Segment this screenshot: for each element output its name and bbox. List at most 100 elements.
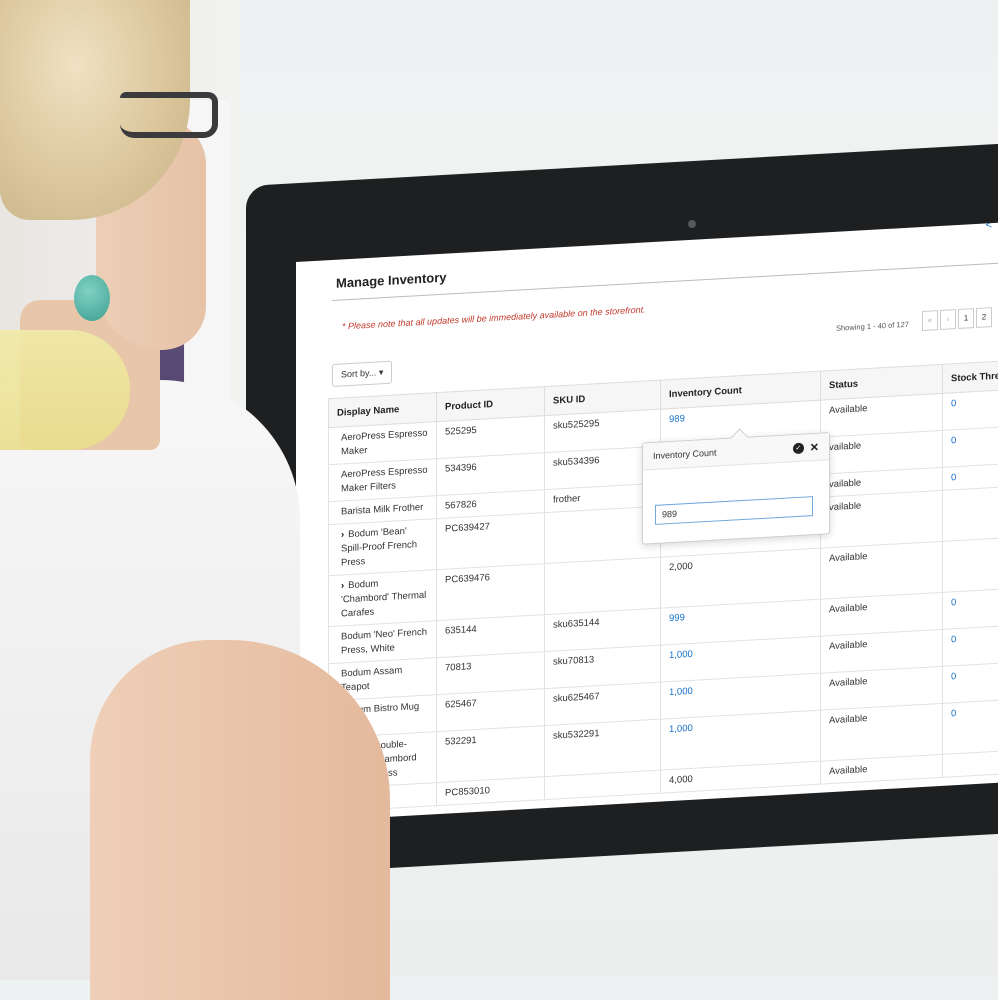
person-arm [90, 640, 390, 1000]
inventory-count-cell-text: 1,000 [669, 723, 693, 735]
close-icon[interactable]: ✕ [810, 440, 819, 454]
display-name-cell: Bodum 'Neo' French Press, White [329, 621, 437, 664]
display-name-cell-text: Bodum 'Neo' French Press, White [341, 627, 427, 657]
product-id-cell-text: PC639476 [445, 572, 490, 586]
storefront-note: * Please note that all updates will be i… [342, 304, 646, 331]
display-name-cell: AeroPress Espresso Maker Filters [329, 459, 437, 502]
product-id-cell: PC639476 [437, 564, 545, 621]
display-name-cell: ›Bodum 'Bean' Spill-Proof French Press [329, 519, 437, 576]
inventory-count-input[interactable] [655, 496, 813, 525]
status-cell-text: Available [829, 639, 867, 652]
product-id-cell: PC853010 [437, 777, 545, 806]
monitor-screen: < Manage Inventory * Please note that al… [296, 223, 998, 822]
inventory-app: < Manage Inventory * Please note that al… [296, 223, 998, 822]
product-id-cell-text: 70813 [445, 661, 471, 673]
status-cell-text: Available [829, 403, 867, 416]
stock-threshold-cell-text: 0 [951, 472, 956, 483]
inventory-count-popover: Inventory Count ✓ ✕ [642, 432, 830, 545]
stock-threshold-cell-text: 0 [951, 597, 956, 608]
stock-threshold-cell-text: 0 [951, 634, 956, 645]
display-name-cell-text: Bodum Assam Teapot [341, 665, 402, 693]
stock-threshold-cell [943, 484, 998, 541]
display-name-cell-text: AeroPress Espresso Maker Filters [341, 465, 428, 495]
status-cell-text: Available [829, 551, 867, 564]
product-id-cell-text: 525295 [445, 425, 477, 438]
status-cell: Available [821, 541, 943, 599]
inventory-count-cell-text: 1,000 [669, 686, 693, 698]
page-1-button[interactable]: 1 [958, 308, 974, 329]
page-2-button[interactable]: 2 [976, 307, 992, 328]
back-link[interactable]: < [986, 223, 992, 232]
sku-id-cell-text: sku525295 [553, 418, 599, 432]
inventory-count-cell-text: 1,000 [669, 649, 693, 661]
display-name-cell-text: Bodum 'Chambord' Thermal Carafes [341, 578, 426, 619]
inventory-count-cell-text: 2,000 [669, 561, 693, 573]
stock-threshold-cell: 0 [943, 387, 998, 430]
sku-id-cell-text: sku532291 [553, 728, 599, 742]
product-id-cell-text: 534396 [445, 462, 477, 475]
status-cell-text: Available [829, 602, 867, 615]
first-page-button[interactable]: « [922, 310, 938, 331]
earring-icon [74, 275, 110, 321]
expand-chevron-icon[interactable]: › [341, 580, 344, 591]
product-id-cell: 70813 [437, 652, 545, 695]
sku-id-cell [545, 557, 661, 614]
inventory-count-cell-text: 4,000 [669, 774, 693, 786]
col-stock-threshold[interactable]: Stock Thre [943, 358, 998, 393]
status-cell-text: vailable [829, 440, 861, 453]
sku-id-cell-text: sku534396 [553, 455, 599, 469]
display-name-cell-text: Bodum 'Bean' Spill-Proof French Press [341, 526, 417, 569]
confirm-icon[interactable]: ✓ [793, 442, 804, 454]
product-id-cell-text: PC639427 [445, 521, 490, 535]
page-title: Manage Inventory [336, 270, 447, 291]
display-name-cell: AeroPress Espresso Maker [329, 422, 437, 465]
stock-threshold-cell-text: 0 [951, 671, 956, 682]
status-cell-text: Available [829, 676, 867, 689]
inventory-count-cell[interactable]: 1,000 [661, 710, 821, 770]
product-id-cell: 635144 [437, 615, 545, 658]
status-cell-text: Available [829, 713, 867, 726]
stock-threshold-cell: 0 [943, 697, 998, 754]
sku-id-cell-text: sku70813 [553, 654, 594, 667]
display-name-cell: ›Bodum 'Chambord' Thermal Carafes [329, 570, 437, 627]
status-cell-text: vailable [829, 500, 861, 513]
sku-id-cell-text: frother [553, 493, 580, 506]
stock-threshold-cell-text: 0 [951, 708, 956, 719]
status-cell-text: vailable [829, 477, 861, 490]
product-id-cell: 625467 [437, 689, 545, 732]
popover-title: Inventory Count [653, 443, 793, 461]
product-id-cell: 532291 [437, 726, 545, 783]
stock-threshold-cell-text: 0 [951, 398, 956, 409]
product-id-cell: 534396 [437, 453, 545, 496]
sku-id-cell-text: sku635144 [553, 617, 599, 631]
display-name-cell-text: Barista Milk Frother [341, 502, 423, 518]
product-id-cell-text: 567826 [445, 499, 477, 512]
product-id-cell: PC639427 [437, 513, 545, 570]
sku-id-cell: sku532291 [545, 719, 661, 776]
status-cell: vailable [821, 490, 943, 548]
product-id-cell-text: 625467 [445, 698, 477, 711]
glasses-icon [120, 92, 218, 138]
results-count: Showing 1 - 40 of 127 [836, 320, 909, 333]
product-id-cell-text: 635144 [445, 624, 477, 637]
product-id-cell: 525295 [437, 416, 545, 459]
product-id-cell-text: 532291 [445, 735, 477, 748]
inventory-count-cell-text: 989 [669, 413, 685, 425]
status-cell: Available [821, 703, 943, 761]
sku-id-cell-text: sku625467 [553, 691, 599, 705]
product-id-cell-text: PC853010 [445, 785, 490, 799]
expand-chevron-icon[interactable]: › [341, 529, 344, 540]
stock-threshold-cell [943, 535, 998, 592]
stock-threshold-cell: 0 [943, 586, 998, 629]
prev-page-button[interactable]: ‹ [940, 309, 956, 330]
stock-threshold-cell: 0 [943, 424, 998, 467]
inventory-count-cell-text: 999 [669, 612, 685, 624]
status-cell-text: Available [829, 764, 867, 777]
inventory-table: Display Name Product ID SKU ID Inventory… [328, 358, 998, 812]
display-name-cell-text: AeroPress Espresso Maker [341, 428, 428, 458]
inventory-count-cell[interactable]: 2,000 [661, 548, 821, 608]
stock-threshold-cell: 0 [943, 660, 998, 703]
stock-threshold-cell: 0 [943, 623, 998, 666]
person-scarf [0, 330, 130, 450]
sort-dropdown[interactable]: Sort by... ▾ [332, 361, 392, 387]
